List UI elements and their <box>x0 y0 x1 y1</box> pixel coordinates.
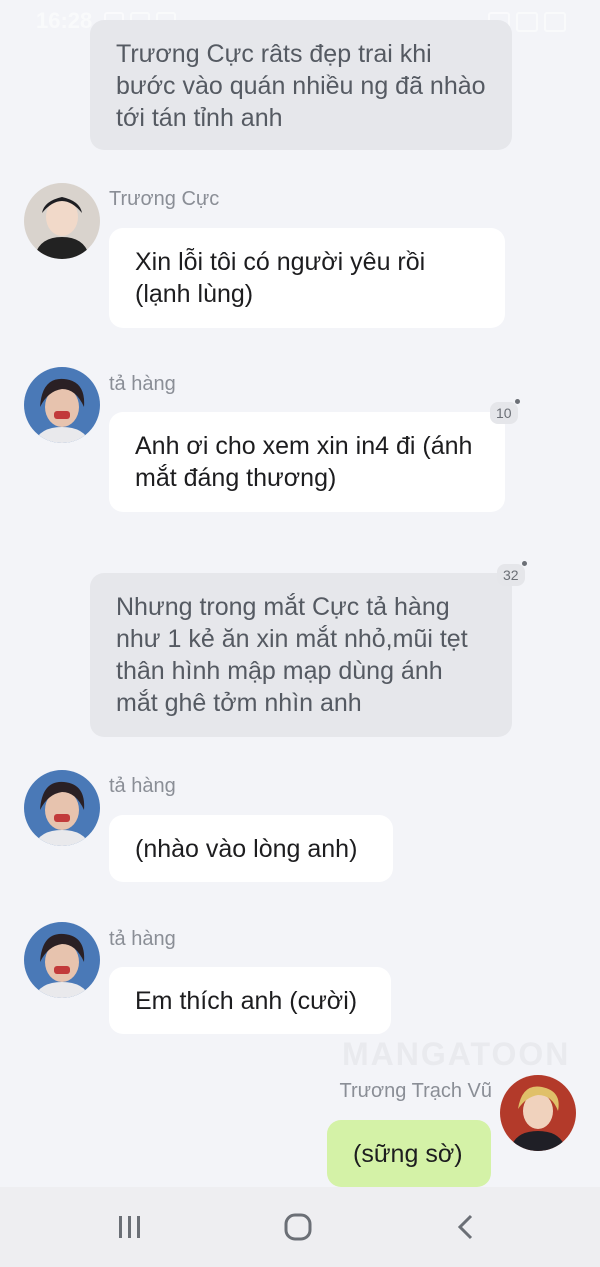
comment-count-badge[interactable]: 10 <box>490 399 520 424</box>
message-text: Trương Cực râts đẹp trai khi bước vào qu… <box>116 40 486 132</box>
message-text: Anh ơi cho xem xin in4 đi (ánh mắt đáng … <box>135 432 473 492</box>
message-bubble[interactable]: (nhào vào lòng anh) <box>109 815 393 882</box>
status-time: 16:28 <box>36 8 93 33</box>
home-button[interactable] <box>258 1187 338 1267</box>
avatar-ta-hang[interactable] <box>24 922 100 998</box>
recent-apps-button[interactable] <box>90 1187 170 1267</box>
message-text: (sững sờ) <box>353 1140 463 1168</box>
narration-bubble[interactable]: Trương Cực râts đẹp trai khi bước vào qu… <box>90 20 512 150</box>
back-icon <box>457 1214 473 1240</box>
sender-name: Trương Trạch Vũ <box>339 1080 492 1102</box>
avatar-truong-trach-vu[interactable] <box>500 1075 576 1151</box>
sender-name: tả hàng <box>109 928 176 950</box>
home-icon <box>284 1213 312 1241</box>
avatar-ta-hang[interactable] <box>24 367 100 443</box>
message-text: Nhưng trong mắt Cực tả hàng như 1 kẻ ăn … <box>116 593 468 717</box>
narration-bubble[interactable]: Nhưng trong mắt Cực tả hàng như 1 kẻ ăn … <box>90 573 512 737</box>
navigation-bar <box>0 1187 600 1267</box>
message-bubble[interactable]: Xin lỗi tôi có người yêu rồi (lạnh lùng) <box>109 228 505 328</box>
comment-count-badge[interactable]: 32 <box>497 561 527 586</box>
message-text: Xin lỗi tôi có người yêu rồi (lạnh lùng) <box>135 248 426 308</box>
message-bubble-outgoing[interactable]: (sững sờ) <box>327 1120 491 1187</box>
recent-apps-icon <box>119 1216 140 1238</box>
sender-name: tả hàng <box>109 373 176 395</box>
sender-name: tả hàng <box>109 775 176 797</box>
avatar-truong-cuc[interactable] <box>24 183 100 259</box>
back-button[interactable] <box>426 1187 506 1267</box>
message-bubble[interactable]: Em thích anh (cười) <box>109 967 391 1034</box>
watermark: MANGATOON <box>342 1036 571 1072</box>
message-text: Em thích anh (cười) <box>135 987 358 1015</box>
message-text: (nhào vào lòng anh) <box>135 835 358 863</box>
message-bubble[interactable]: Anh ơi cho xem xin in4 đi (ánh mắt đáng … <box>109 412 505 512</box>
battery-icon <box>544 12 566 32</box>
signal-icon <box>516 12 538 32</box>
avatar-ta-hang[interactable] <box>24 770 100 846</box>
sender-name: Trương Cực <box>109 188 220 210</box>
